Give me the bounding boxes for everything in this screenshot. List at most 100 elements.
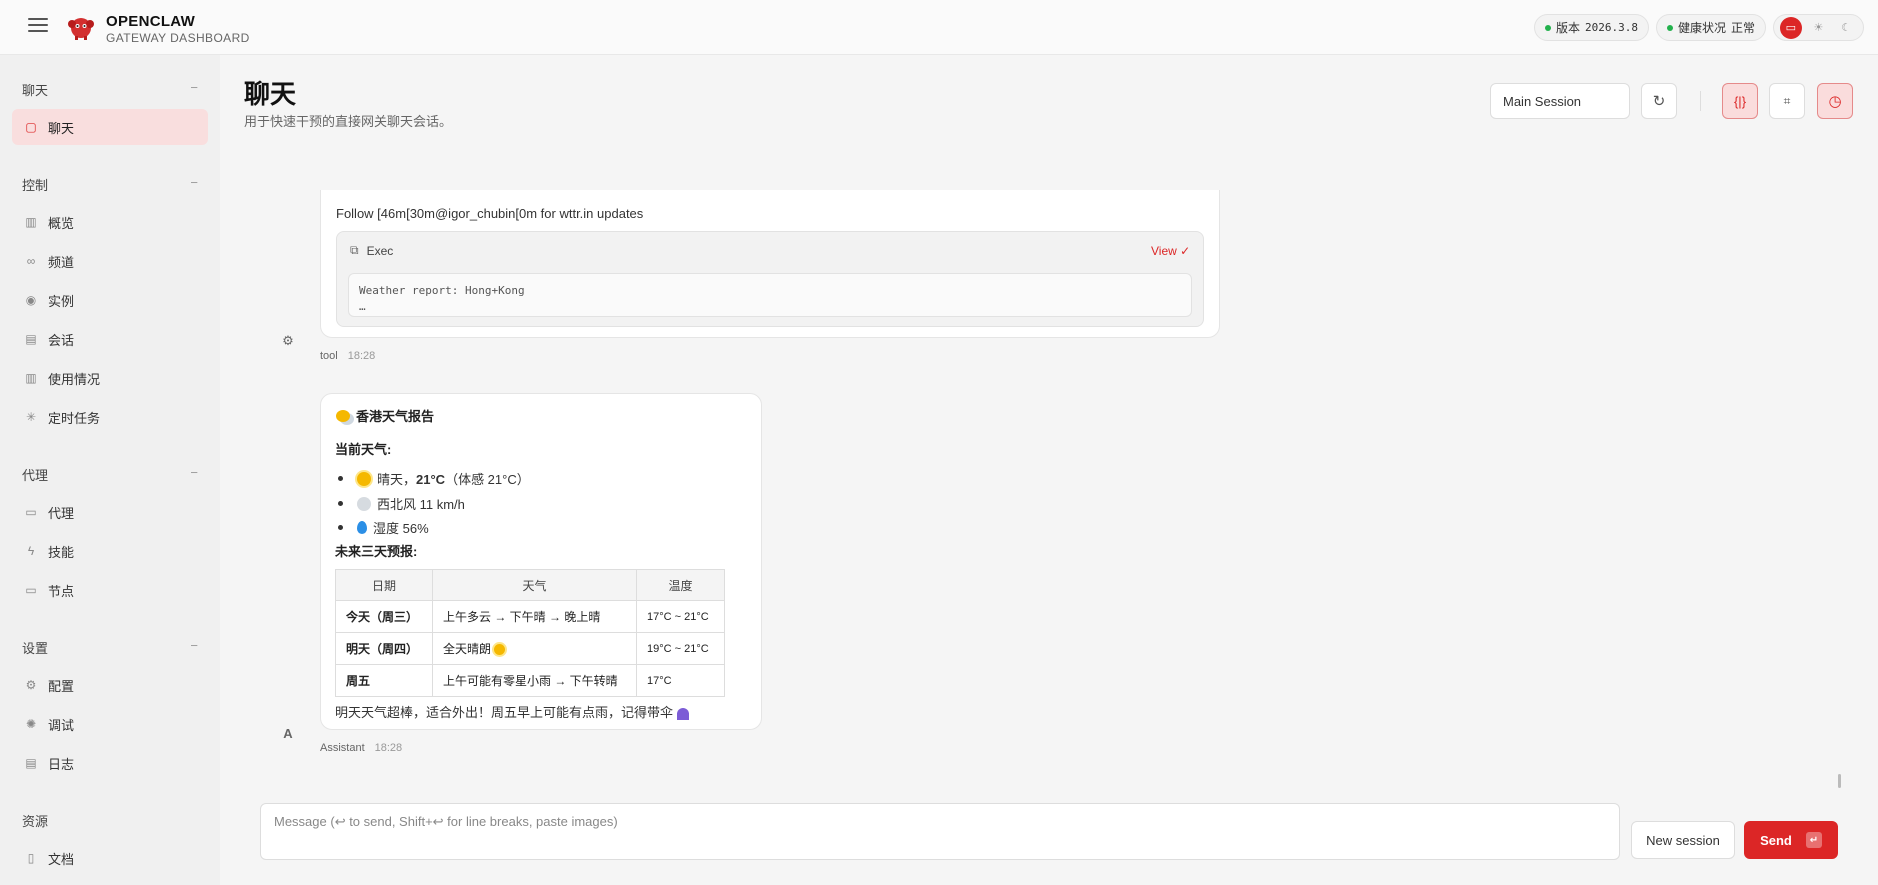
column-header: 天气 bbox=[432, 569, 637, 601]
top-bar: OPENCLAW GATEWAY DASHBOARD 版本 2026.3.8 健… bbox=[0, 0, 1878, 55]
tool-message-text: Follow [46m[30m@igor_chubin[0m for wttr.… bbox=[336, 206, 644, 221]
table-header-row: 日期 天气 温度 bbox=[335, 569, 725, 601]
brain-icon: {|} bbox=[1733, 93, 1747, 109]
sidebar-item-sessions[interactable]: ▤ 会话 bbox=[12, 321, 208, 357]
exec-header: ⧉ Exec bbox=[350, 243, 394, 258]
openclaw-logo bbox=[68, 18, 94, 40]
sidebar-item-usage[interactable]: ▥ 使用情况 bbox=[12, 360, 208, 396]
sidebar-section-control[interactable]: 控制 − bbox=[22, 175, 198, 194]
history-button[interactable]: ◷ bbox=[1817, 83, 1853, 119]
sidebar-item-debug[interactable]: ✺ 调试 bbox=[12, 706, 208, 742]
partly-cloudy-icon bbox=[336, 409, 350, 422]
sidebar-item-docs[interactable]: ▯ 文档 bbox=[12, 840, 208, 876]
monitor-icon: ▭ bbox=[25, 583, 37, 597]
thinking-toggle-button[interactable]: {|} bbox=[1722, 83, 1758, 119]
sidebar-item-channels[interactable]: ∞ 频道 bbox=[12, 243, 208, 279]
sidebar-item-cron[interactable]: ✳ 定时任务 bbox=[12, 399, 208, 435]
health-label: 健康状况 bbox=[1678, 21, 1727, 35]
enter-key-icon: ↵ bbox=[1805, 832, 1822, 848]
assistant-avatar: A bbox=[283, 725, 293, 741]
sidebar-item-logs[interactable]: ▤ 日志 bbox=[12, 745, 208, 781]
menu-icon[interactable] bbox=[28, 18, 48, 36]
loader-icon: ✳ bbox=[25, 410, 37, 424]
puzzle-icon: ⧉ bbox=[350, 243, 359, 257]
sidebar-item-overview[interactable]: ▥ 概览 bbox=[12, 204, 208, 240]
code-line: Weather report: Hong+Kong bbox=[359, 284, 525, 297]
brand-subtitle: GATEWAY DASHBOARD bbox=[106, 31, 250, 45]
version-value: 2026.3.8 bbox=[1585, 21, 1638, 34]
sidebar-item-chat[interactable]: ▢ 聊天 bbox=[12, 109, 208, 145]
status-dot-icon bbox=[1545, 24, 1551, 31]
link-icon: ∞ bbox=[26, 254, 36, 268]
sidebar-item-config[interactable]: ⚙ 配置 bbox=[12, 667, 208, 703]
view-button[interactable]: View ✓ bbox=[1151, 244, 1190, 258]
closing-text: 明天天气超棒，适合外出！周五早上可能有点雨，记得带伞 bbox=[335, 702, 689, 721]
page-subtitle: 用于快速干预的直接网关聊天会话。 bbox=[244, 114, 453, 129]
version-badge: 版本 2026.3.8 bbox=[1534, 14, 1649, 41]
bolt-icon: ϟ bbox=[27, 544, 35, 558]
message-input[interactable]: Message (↩ to send, Shift+↩ for line bre… bbox=[260, 803, 1620, 860]
version-label: 版本 bbox=[1556, 21, 1581, 35]
table-cell: 明天（周四） bbox=[335, 632, 433, 665]
health-value: 正常 bbox=[1731, 21, 1756, 35]
focus-icon: ⌗ bbox=[1783, 93, 1791, 108]
page-title: 聊天 bbox=[244, 79, 297, 109]
sender-name: Assistant bbox=[320, 742, 365, 754]
weather-item: 西北风 11 km/h bbox=[338, 494, 465, 513]
chat-scrollbar[interactable] bbox=[1838, 774, 1841, 788]
health-badge: 健康状况 正常 bbox=[1656, 14, 1767, 41]
scroll-icon: ▤ bbox=[25, 756, 37, 770]
assistant-message-meta: Assistant 18:28 bbox=[320, 742, 402, 754]
weather-report-title: 香港天气报告 bbox=[336, 406, 434, 425]
focus-button[interactable]: ⌗ bbox=[1769, 83, 1805, 119]
message-time: 18:28 bbox=[347, 350, 376, 362]
current-weather-heading: 当前天气: bbox=[335, 442, 392, 457]
gear-icon: ⚙ bbox=[25, 678, 37, 692]
table-cell: 上午可能有零星小雨 → 下午转晴 bbox=[432, 664, 637, 697]
new-session-button[interactable]: New session bbox=[1631, 821, 1735, 859]
weather-item: 湿度 56% bbox=[338, 518, 429, 537]
sun-icon[interactable]: ☀ bbox=[1807, 17, 1829, 39]
column-header: 日期 bbox=[335, 569, 433, 601]
clock-icon: ◷ bbox=[1828, 93, 1842, 110]
table-cell: 今天（周三） bbox=[335, 600, 433, 633]
sidebar-section-resources: 资源 bbox=[22, 814, 49, 829]
table-cell: 17°C ~ 21°C bbox=[636, 600, 725, 633]
bar-chart-icon: ▥ bbox=[25, 371, 37, 385]
table-cell: 19°C ~ 21°C bbox=[636, 632, 725, 665]
sidebar-item-skills[interactable]: ϟ 技能 bbox=[12, 533, 208, 569]
sidebar-section-chat[interactable]: 聊天 − bbox=[22, 80, 198, 99]
message-icon: ▢ bbox=[25, 120, 37, 134]
session-select[interactable]: Main Session bbox=[1490, 83, 1630, 119]
brand-title: OPENCLAW bbox=[106, 13, 196, 30]
message-time: 18:28 bbox=[374, 742, 403, 754]
book-icon: ▯ bbox=[27, 851, 35, 865]
refresh-button[interactable]: ↻ bbox=[1641, 83, 1677, 119]
sun-icon bbox=[357, 471, 371, 486]
table-row: 今天（周三） 上午多云 → 下午晴 → 晚上晴 17°C ~ 21°C bbox=[335, 600, 725, 633]
weather-item: 晴天，21°C（体感 21°C） bbox=[338, 469, 530, 488]
sidebar-item-instances[interactable]: ◉ 实例 bbox=[12, 282, 208, 318]
theme-switcher: ▭ ☀ ☾ bbox=[1773, 14, 1864, 41]
sidebar-item-agents[interactable]: ▭ 代理 bbox=[12, 494, 208, 530]
send-button[interactable]: Send ↵ bbox=[1744, 821, 1838, 859]
sidebar-section-settings[interactable]: 设置 − bbox=[22, 638, 198, 657]
bar-chart-icon: ▥ bbox=[25, 215, 37, 229]
exec-output: Weather report: Hong+Kong … bbox=[348, 273, 1192, 317]
column-header: 温度 bbox=[636, 569, 725, 601]
tool-avatar-gear-icon: ⚙ bbox=[282, 333, 294, 348]
moon-icon[interactable]: ☾ bbox=[1835, 17, 1857, 39]
table-row: 明天（周四） 全天晴朗 19°C ~ 21°C bbox=[335, 632, 725, 665]
wind-icon bbox=[357, 496, 371, 511]
sidebar-item-nodes[interactable]: ▭ 节点 bbox=[12, 572, 208, 608]
table-cell: 周五 bbox=[335, 664, 433, 697]
monitor-icon[interactable]: ▭ bbox=[1779, 16, 1802, 39]
table-row: 周五 上午可能有零星小雨 → 下午转晴 17°C bbox=[335, 664, 725, 697]
table-cell: 上午多云 → 下午晴 → 晚上晴 bbox=[432, 600, 637, 633]
sidebar-section-agents[interactable]: 代理 − bbox=[22, 465, 198, 484]
radio-icon: ◉ bbox=[25, 293, 37, 307]
droplet-icon bbox=[357, 521, 367, 534]
send-label: Send bbox=[1760, 832, 1792, 848]
refresh-icon: ↻ bbox=[1652, 93, 1666, 110]
table-cell: 全天晴朗 bbox=[432, 632, 637, 665]
